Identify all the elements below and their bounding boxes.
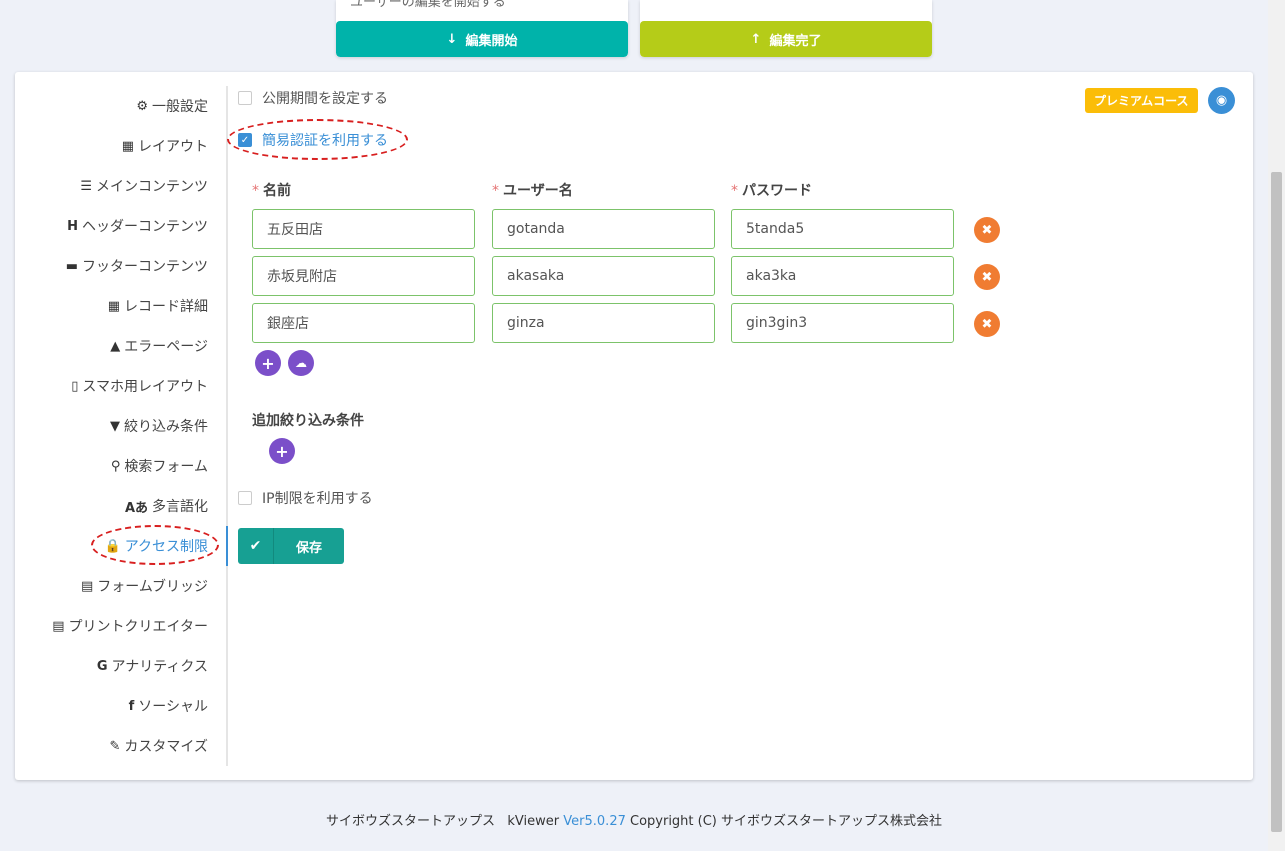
sidebar-item-7[interactable]: ▯ スマホ用レイアウト	[15, 366, 226, 406]
sidebar-icon: ⚲	[110, 458, 121, 474]
add-row-button[interactable]: +	[255, 350, 281, 376]
sidebar-item-8[interactable]: ▼ 絞り込み条件	[15, 406, 226, 446]
checkbox-icon	[238, 491, 252, 505]
sidebar-icon: f	[128, 698, 135, 714]
settings-panel: ⚙ 一般設定 ▦ レイアウト ☰ メインコンテンツ H ヘッダーコンテンツ ▬ フッターコンテンツ…	[15, 72, 1253, 780]
user-input[interactable]: akasaka	[492, 256, 715, 296]
sidebar-icon: ▦	[107, 298, 120, 314]
sidebar-item-label: アナリティクス	[111, 659, 208, 675]
sidebar-item-6[interactable]: ▲ エラーページ	[15, 326, 226, 366]
save-button[interactable]: ✔ 保存	[238, 528, 344, 564]
sidebar-item-13[interactable]: ▤ プリントクリエイター	[15, 606, 226, 646]
sidebar-item-12[interactable]: ▤ フォームブリッジ	[15, 566, 226, 606]
sidebar-item-3[interactable]: H ヘッダーコンテンツ	[15, 206, 226, 246]
sidebar-item-label: ヘッダーコンテンツ	[82, 219, 208, 235]
highlight-annotation	[227, 119, 408, 160]
password-input[interactable]: 5tanda5	[731, 209, 954, 249]
delete-row-button[interactable]: ✖	[974, 311, 1000, 337]
sidebar-icon: ▤	[52, 618, 65, 634]
sidebar-item-label: エラーページ	[124, 339, 208, 355]
sidebar-item-label: フッターコンテンツ	[82, 259, 208, 275]
sidebar-item-label: ソーシャル	[138, 699, 208, 715]
edit-finish-button[interactable]: ↑ 編集完了	[640, 21, 932, 57]
sidebar-item-2[interactable]: ☰ メインコンテンツ	[15, 166, 226, 206]
ip-restriction-label: IP制限を利用する	[262, 491, 373, 507]
sidebar-item-10[interactable]: Aあ 多言語化	[15, 486, 226, 526]
sidebar-icon: ▬	[65, 258, 78, 274]
name-input[interactable]: 赤坂見附店	[252, 256, 475, 296]
column-header-name: * 名前	[252, 183, 291, 199]
sidebar-item-16[interactable]: ✎ カスタマイズ	[15, 726, 226, 766]
arrow-down-icon: ↓	[446, 31, 458, 47]
user-input[interactable]: ginza	[492, 303, 715, 343]
sidebar-item-label: フォームブリッジ	[97, 579, 208, 595]
sidebar-icon: ▤	[80, 578, 94, 594]
sidebar-item-5[interactable]: ▦ レコード詳細	[15, 286, 226, 326]
sidebar-icon: ⚙	[136, 98, 148, 114]
name-input[interactable]: 銀座店	[252, 303, 475, 343]
sidebar-icon: ▼	[110, 418, 120, 434]
sidebar-item-0[interactable]: ⚙ 一般設定	[15, 86, 226, 126]
ip-restriction-checkbox[interactable]: IP制限を利用する	[238, 488, 373, 508]
sidebar-item-label: メインコンテンツ	[96, 179, 208, 195]
upload-cloud-button[interactable]: ☁	[288, 350, 314, 376]
password-input[interactable]: aka3ka	[731, 256, 954, 296]
column-header-password: * パスワード	[731, 183, 812, 199]
sidebar-item-label: 検索フォーム	[124, 459, 208, 475]
highlight-annotation	[91, 525, 219, 565]
version-link[interactable]: Ver5.0.27	[563, 814, 626, 829]
sidebar-item-1[interactable]: ▦ レイアウト	[15, 126, 226, 166]
sidebar-icon: Aあ	[124, 500, 148, 516]
delete-row-button[interactable]: ✖	[974, 217, 1000, 243]
sidebar-item-label: レイアウト	[138, 139, 208, 155]
edit-start-label: 編集開始	[465, 33, 518, 49]
sidebar-item-15[interactable]: f ソーシャル	[15, 686, 226, 726]
sidebar-icon: G	[96, 658, 108, 674]
sidebar-item-label: 一般設定	[152, 99, 208, 115]
sidebar-item-label: プリントクリエイター	[68, 619, 208, 635]
publish-period-checkbox[interactable]: 公開期間を設定する	[238, 88, 388, 108]
sidebar-icon: H	[67, 218, 78, 234]
check-icon: ✔	[238, 528, 274, 564]
sidebar-item-4[interactable]: ▬ フッターコンテンツ	[15, 246, 226, 286]
premium-badge: プレミアムコース	[1085, 88, 1198, 113]
sidebar-item-label: レコード詳細	[124, 299, 208, 315]
password-input[interactable]: gin3gin3	[731, 303, 954, 343]
extra-filter-heading: 追加絞り込み条件	[252, 413, 364, 429]
sidebar-icon: ▦	[121, 138, 134, 154]
sidebar-item-label: スマホ用レイアウト	[82, 379, 208, 395]
sidebar-item-9[interactable]: ⚲ 検索フォーム	[15, 446, 226, 486]
scrollbar-thumb[interactable]	[1271, 172, 1282, 832]
scrollbar[interactable]	[1268, 0, 1285, 851]
edit-finish-card: ↑ 編集完了	[640, 0, 932, 57]
footer: サイボウズスタートアップス kViewer Ver5.0.27 Copyrigh…	[325, 814, 943, 829]
edit-start-card: ユーザーの編集を開始する ↓ 編集開始	[336, 0, 628, 57]
delete-row-button[interactable]: ✖	[974, 264, 1000, 290]
sidebar-item-label: カスタマイズ	[124, 739, 208, 755]
sidebar-icon: ☰	[80, 178, 92, 194]
checkbox-icon	[238, 91, 252, 105]
save-label: 保存	[295, 540, 322, 556]
user-input[interactable]: gotanda	[492, 209, 715, 249]
sidebar-item-label: 絞り込み条件	[124, 419, 208, 435]
edit-finish-label: 編集完了	[769, 33, 822, 49]
card-description: ユーザーの編集を開始する	[350, 0, 506, 10]
arrow-up-icon: ↑	[750, 31, 762, 47]
publish-period-label: 公開期間を設定する	[262, 91, 388, 107]
sidebar-icon: ▲	[110, 338, 121, 354]
sidebar: ⚙ 一般設定 ▦ レイアウト ☰ メインコンテンツ H ヘッダーコンテンツ ▬ フッターコンテンツ…	[15, 86, 228, 766]
sidebar-icon: ✎	[109, 738, 121, 754]
sidebar-item-14[interactable]: G アナリティクス	[15, 646, 226, 686]
edit-start-button[interactable]: ↓ 編集開始	[336, 21, 628, 57]
add-filter-button[interactable]: +	[269, 438, 295, 464]
sidebar-item-label: 多言語化	[152, 499, 208, 515]
eye-icon[interactable]: ◉	[1208, 87, 1235, 114]
sidebar-icon: ▯	[71, 378, 79, 394]
column-header-username: * ユーザー名	[492, 183, 573, 199]
name-input[interactable]: 五反田店	[252, 209, 475, 249]
